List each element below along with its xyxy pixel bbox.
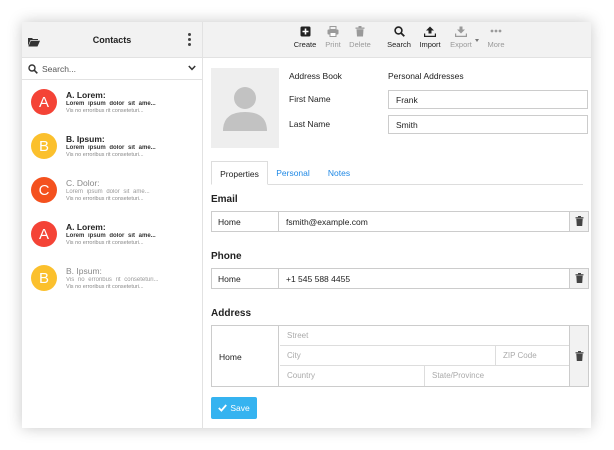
contact-preview: Lorem ipsum dolor sit ame... [66, 145, 156, 151]
detail-tabs: Properties Personal Notes [211, 161, 583, 185]
address-type-select[interactable]: Home [212, 326, 279, 386]
contact-name: A. Lorem: [66, 222, 106, 232]
last-name-field[interactable]: Smith [388, 115, 588, 134]
kebab-menu-icon[interactable] [188, 33, 192, 48]
email-type-select[interactable]: Home [212, 212, 279, 231]
contacts-app: Contacts A A. Lorem: Lorem ipsum dolor s… [22, 22, 591, 428]
address-row: Home Street City ZIP Code Country State/… [211, 325, 589, 387]
person-placeholder-icon [223, 87, 267, 131]
printer-icon [327, 26, 339, 37]
phone-section-title: Phone [211, 251, 242, 262]
export-label: Export [450, 40, 472, 49]
save-label: Save [230, 403, 250, 413]
search-input[interactable] [42, 63, 172, 74]
ellipsis-icon [490, 29, 502, 33]
street-input[interactable]: Street [280, 326, 570, 346]
contact-item[interactable]: B B. Ipsum: Vis no erroribus rit consete… [22, 256, 202, 300]
avatar: C [31, 177, 57, 203]
search-icon [393, 26, 405, 37]
tab-personal[interactable]: Personal [272, 161, 314, 185]
delete-address-button[interactable] [569, 326, 588, 386]
contact-subpreview: Vis no erroribus rit conseteturi... [66, 284, 144, 290]
contact-subpreview: Vis no erroribus rit conseteturi... [66, 152, 144, 158]
search-button[interactable]: Search [386, 26, 412, 49]
contact-preview: Vis no erroribus rit conseteturi... [66, 277, 159, 283]
contact-subpreview: Vis no erroribus rit conseteturi... [66, 108, 144, 114]
checkmark-icon [218, 404, 228, 412]
contact-preview: Lorem ipsum dolor sit ame... [66, 233, 156, 239]
download-icon [455, 26, 467, 37]
avatar: A [31, 89, 57, 115]
save-button[interactable]: Save [211, 397, 257, 419]
sidebar-header: Contacts [22, 22, 202, 58]
phone-type-select[interactable]: Home [212, 269, 279, 288]
sidebar: Contacts A A. Lorem: Lorem ipsum dolor s… [22, 22, 203, 428]
chevron-down-icon[interactable] [188, 65, 196, 71]
contact-item[interactable]: B B. Ipsum: Lorem ipsum dolor sit ame...… [22, 124, 202, 168]
search-icon [28, 63, 38, 74]
caret-down-icon[interactable] [475, 39, 479, 42]
contact-name: B. Ipsum: [66, 134, 105, 144]
last-name-label: Last Name [289, 119, 331, 129]
print-label: Print [325, 40, 341, 49]
email-section-title: Email [211, 194, 238, 205]
folder-open-icon[interactable] [28, 34, 40, 52]
avatar: B [31, 133, 57, 159]
import-button[interactable]: Import [417, 26, 443, 49]
delete-email-button[interactable] [569, 212, 588, 231]
contact-preview: Lorem ipsum dolor sit ame... [66, 189, 150, 195]
state-input[interactable]: State/Province [425, 366, 570, 386]
create-button[interactable]: Create [292, 26, 318, 49]
city-input[interactable]: City [280, 346, 496, 366]
zip-input[interactable]: ZIP Code [496, 346, 570, 366]
contact-photo[interactable] [211, 68, 279, 148]
contact-item[interactable]: A A. Lorem: Lorem ipsum dolor sit ame...… [22, 80, 202, 124]
tab-notes[interactable]: Notes [321, 161, 357, 185]
contact-name: B. Ipsum: [66, 266, 102, 276]
email-row: Home fsmith@example.com [211, 211, 589, 232]
delete-label: Delete [349, 40, 371, 49]
trash-icon [575, 216, 584, 226]
country-input[interactable]: Country [280, 366, 425, 386]
import-label: Import [419, 40, 441, 49]
contact-subpreview: Vis no erroribus rit conseteturi... [66, 196, 144, 202]
contact-name: A. Lorem: [66, 90, 106, 100]
upload-icon [424, 26, 436, 37]
contact-detail: Create Print Delete Search Import Export… [203, 22, 591, 428]
trash-icon [575, 351, 584, 361]
email-input[interactable]: fsmith@example.com [286, 217, 368, 227]
avatar: B [31, 265, 57, 291]
contact-name: C. Dolor: [66, 178, 100, 188]
contact-preview: Lorem ipsum dolor sit ame... [66, 101, 156, 107]
toolbar: Create Print Delete Search Import Export… [203, 22, 591, 58]
delete-phone-button[interactable] [569, 269, 588, 288]
more-button[interactable]: More [483, 26, 509, 49]
print-button[interactable]: Print [321, 26, 345, 49]
contact-subpreview: Vis no erroribus rit conseteturi... [66, 240, 144, 246]
address-book-value: Personal Addresses [388, 71, 464, 81]
more-label: More [487, 40, 505, 49]
trash-icon [355, 26, 365, 37]
tab-properties[interactable]: Properties [211, 161, 268, 185]
avatar: A [31, 221, 57, 247]
export-button[interactable]: Export [448, 26, 474, 49]
sidebar-title: Contacts [92, 34, 132, 45]
contact-item[interactable]: A A. Lorem: Lorem ipsum dolor sit ame...… [22, 212, 202, 256]
plus-square-icon [300, 26, 310, 37]
contact-search [22, 58, 202, 80]
first-name-label: First Name [289, 94, 331, 104]
address-section-title: Address [211, 308, 252, 319]
contact-list: A A. Lorem: Lorem ipsum dolor sit ame...… [22, 80, 202, 300]
search-label: Search [387, 40, 411, 49]
trash-icon [575, 273, 584, 283]
address-book-label: Address Book [289, 71, 342, 81]
phone-row: Home +1 545 588 4455 [211, 268, 589, 289]
phone-input[interactable]: +1 545 588 4455 [286, 274, 350, 284]
contact-item[interactable]: C C. Dolor: Lorem ipsum dolor sit ame...… [22, 168, 202, 212]
create-label: Create [293, 40, 317, 49]
delete-button[interactable]: Delete [347, 26, 373, 49]
first-name-field[interactable]: Frank [388, 90, 588, 109]
